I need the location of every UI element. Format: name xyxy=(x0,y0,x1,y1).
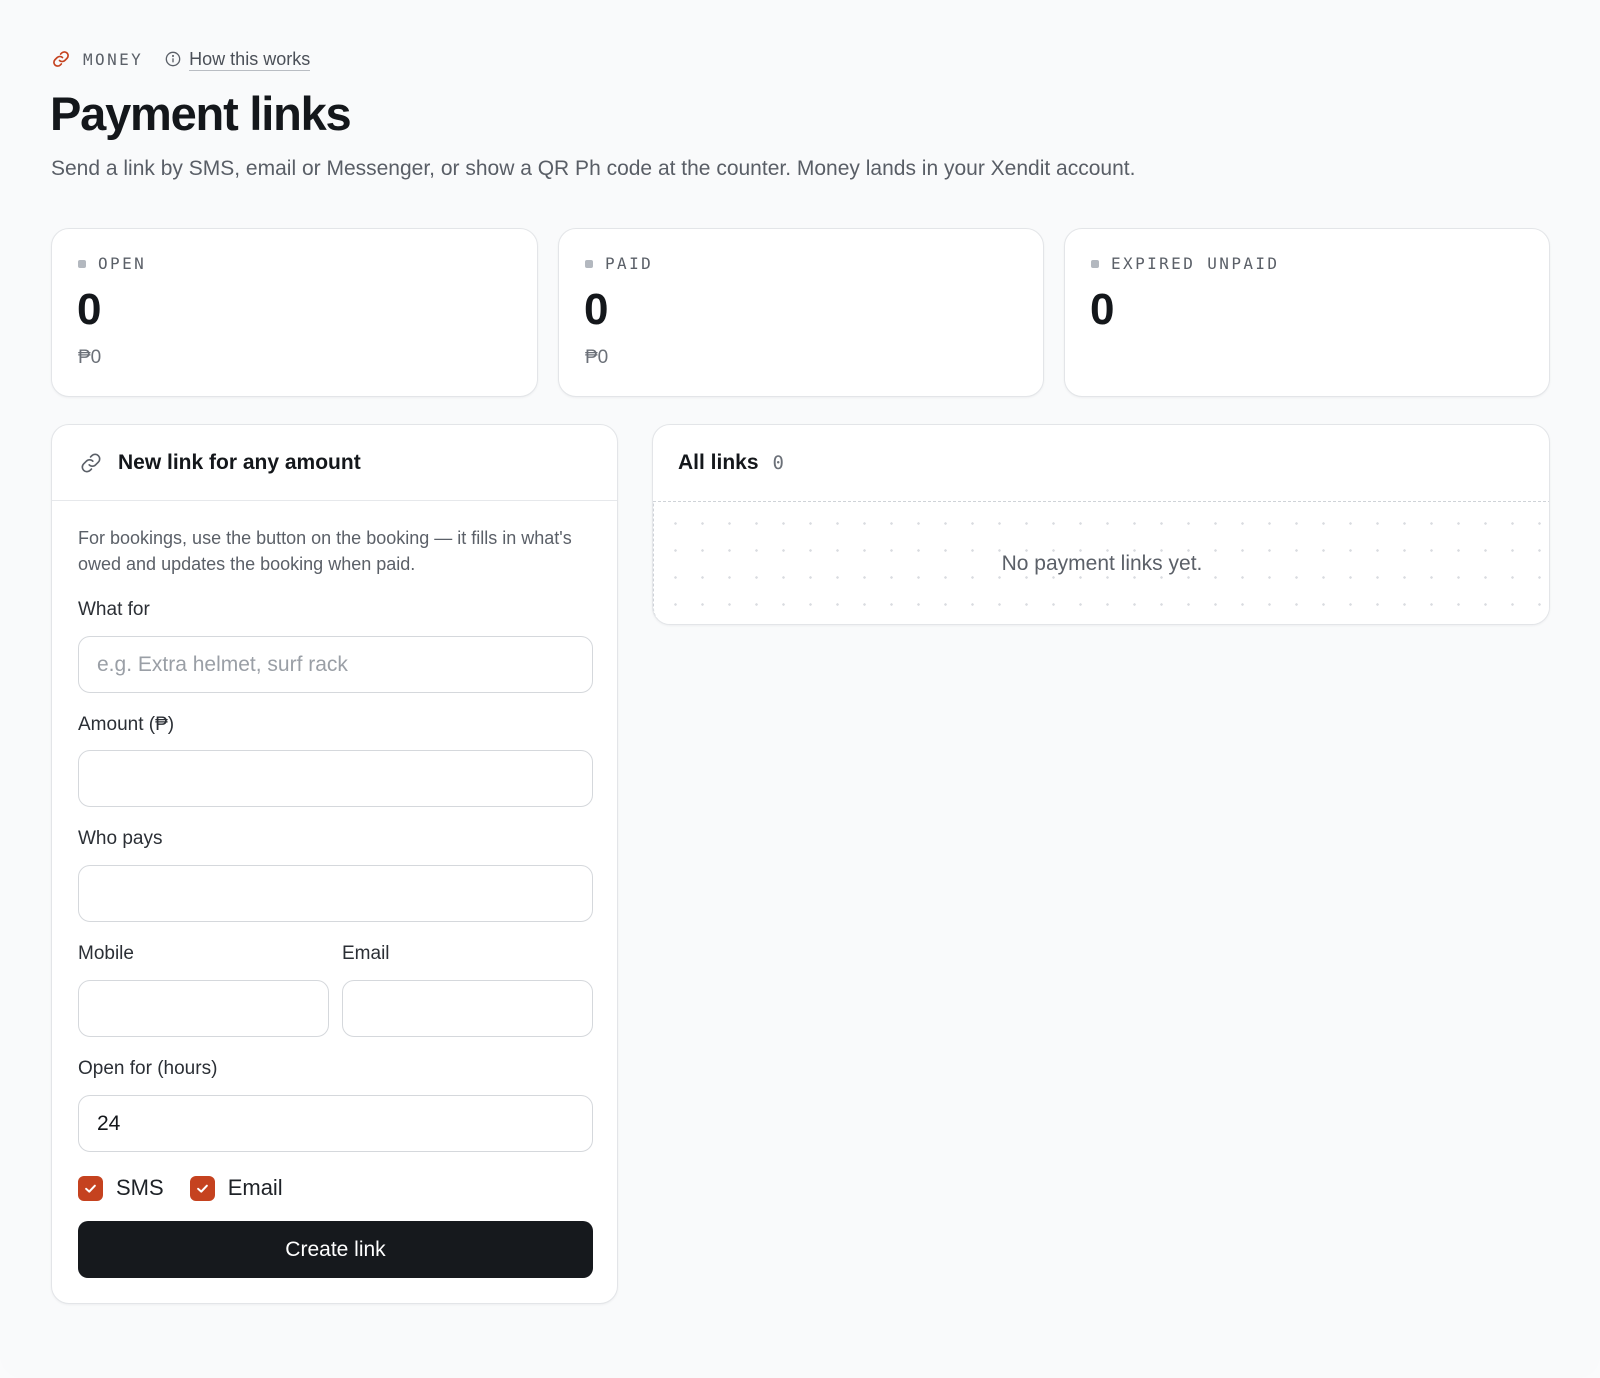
sms-checkbox[interactable]: SMS xyxy=(78,1175,164,1201)
sms-checkbox-label: SMS xyxy=(116,1175,164,1200)
stat-card-expired-unpaid: EXPIRED UNPAID 0 xyxy=(1064,228,1550,397)
open-for-input[interactable] xyxy=(78,1095,593,1152)
new-link-form: New link for any amount For bookings, us… xyxy=(51,424,618,1304)
app-frame: MONEY How this works Payment links Send … xyxy=(0,0,1600,1378)
who-pays-label: Who pays xyxy=(78,828,163,849)
status-dot xyxy=(78,259,86,268)
stat-label-row: EXPIRED UNPAID xyxy=(1091,254,1279,273)
stat-count: 0 xyxy=(77,285,102,334)
stat-label: OPEN xyxy=(98,254,147,273)
stat-count: 0 xyxy=(1090,285,1115,334)
checkbox-box[interactable] xyxy=(78,1175,103,1201)
how-this-works-text: How this works xyxy=(189,48,311,71)
form-header: New link for any amount xyxy=(52,425,617,501)
email-label: Email xyxy=(342,943,390,964)
stat-amount: ₱0 xyxy=(585,347,609,368)
page-subtitle: Send a link by SMS, email or Messenger, … xyxy=(51,157,1136,180)
stat-card-paid: PAID 0 ₱0 xyxy=(558,228,1044,397)
amount-label: Amount (₱) xyxy=(78,714,175,735)
link-icon xyxy=(53,51,69,67)
amount-input[interactable] xyxy=(78,750,593,807)
checkbox-box[interactable] xyxy=(189,1175,215,1201)
all-links-heading: All links xyxy=(678,451,759,474)
stat-label-row: OPEN xyxy=(78,254,146,273)
form-heading: New link for any amount xyxy=(118,450,361,474)
email-input[interactable] xyxy=(342,980,593,1037)
info-icon xyxy=(165,51,181,67)
who-pays-input[interactable] xyxy=(78,865,593,922)
empty-state-text: No payment links yet. xyxy=(1001,551,1203,575)
form-hint: For bookings, use the button on the book… xyxy=(78,528,572,574)
stat-label: EXPIRED UNPAID xyxy=(1111,254,1280,273)
stat-count: 0 xyxy=(584,285,609,334)
what-for-label: What for xyxy=(78,599,150,620)
open-for-label: Open for (hours) xyxy=(78,1058,218,1079)
link-icon xyxy=(81,453,101,472)
check-icon xyxy=(85,1184,96,1193)
mobile-input[interactable] xyxy=(78,980,329,1037)
page-title: Payment links xyxy=(50,87,352,140)
eyebrow: MONEY How this works xyxy=(52,46,311,72)
stat-label: PAID xyxy=(605,254,654,273)
what-for-input[interactable] xyxy=(78,636,593,693)
section-label: MONEY xyxy=(83,49,144,69)
stat-amount: ₱0 xyxy=(78,347,102,368)
status-dot xyxy=(1091,259,1099,268)
how-this-works-link[interactable]: How this works xyxy=(165,48,311,71)
create-link-button[interactable]: Create link xyxy=(78,1221,593,1278)
email-checkbox[interactable]: Email xyxy=(189,1175,283,1201)
all-links-header: All links 0 xyxy=(653,425,1549,501)
stat-label-row: PAID xyxy=(585,254,653,273)
all-links-count: 0 xyxy=(772,452,784,474)
empty-state: No payment links yet. xyxy=(653,501,1549,624)
status-dot xyxy=(585,259,593,268)
stat-card-open: OPEN 0 ₱0 xyxy=(51,228,538,397)
mobile-label: Mobile xyxy=(78,943,134,964)
email-checkbox-label: Email xyxy=(227,1175,283,1200)
check-icon xyxy=(196,1184,208,1193)
all-links-panel: All links 0 No payment links yet. xyxy=(652,424,1550,625)
channel-checkboxes: SMS Email xyxy=(78,1175,309,1201)
